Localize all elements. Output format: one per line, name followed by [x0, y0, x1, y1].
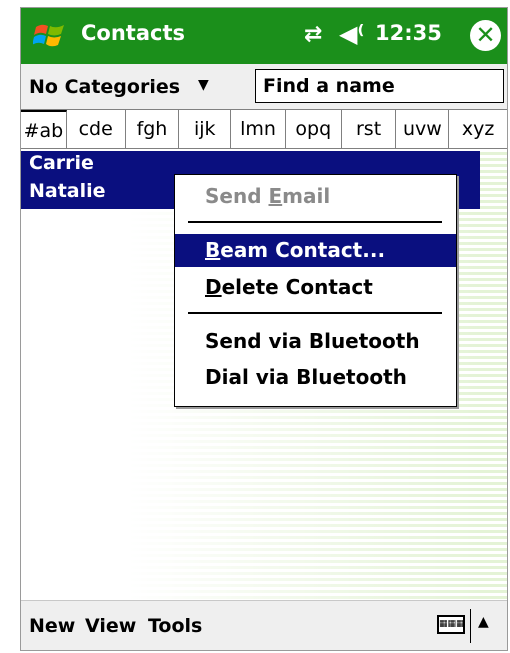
app-title: Contacts [81, 21, 185, 45]
start-button-windows-logo-icon[interactable] [33, 18, 67, 52]
letter-tabs: #ab cde fgh ijk lmn opq rst uvw xyz [21, 109, 507, 149]
menu-item-beam-contact[interactable]: Beam Contact... [175, 234, 456, 267]
category-dropdown[interactable]: No Categories [29, 76, 180, 98]
chevron-up-icon[interactable]: ▲ [478, 614, 489, 630]
list-item[interactable]: Natalie [29, 180, 106, 202]
connectivity-icon[interactable]: ⇄ [304, 22, 323, 47]
list-item[interactable]: Carrie [29, 152, 94, 174]
tab-opq[interactable]: opq [286, 110, 342, 148]
tab-ab[interactable]: #ab [21, 110, 67, 148]
clock[interactable]: 12:35 [375, 21, 442, 45]
sip-divider [470, 609, 471, 643]
menu-item-send-bluetooth[interactable]: Send via Bluetooth [175, 325, 456, 358]
title-bar: Contacts ⇄ ◀⁽ 12:35 ✕ [21, 8, 507, 64]
tab-xyz[interactable]: xyz [449, 110, 507, 148]
menu-bar: New View Tools ▦▦▦ ▲ [21, 600, 507, 650]
keyboard-icon[interactable]: ▦▦▦ [437, 615, 465, 634]
tab-fgh[interactable]: fgh [126, 110, 180, 148]
tab-cde[interactable]: cde [67, 110, 126, 148]
context-menu: Send Email Beam Contact... Delete Contac… [174, 174, 457, 407]
tab-ijk[interactable]: ijk [179, 110, 232, 148]
pocket-pc-screen: Contacts ⇄ ◀⁽ 12:35 ✕ No Categories ▼ Fi… [20, 7, 508, 651]
find-name-input[interactable]: Find a name [255, 69, 504, 103]
menu-item-send-email: Send Email [205, 184, 331, 208]
chevron-down-icon[interactable]: ▼ [198, 77, 209, 93]
menu-item-delete-contact[interactable]: Delete Contact [175, 271, 456, 304]
close-icon[interactable]: ✕ [470, 20, 501, 51]
menu-item-dial-bluetooth[interactable]: Dial via Bluetooth [175, 361, 456, 394]
volume-icon[interactable]: ◀⁽ [339, 20, 364, 48]
category-bar: No Categories ▼ Find a name [21, 64, 507, 109]
tab-uvw[interactable]: uvw [396, 110, 450, 148]
menu-divider [188, 312, 442, 314]
menu-new[interactable]: New [29, 615, 75, 637]
menu-view[interactable]: View [85, 615, 136, 637]
menu-tools[interactable]: Tools [148, 615, 202, 637]
menu-divider [188, 221, 442, 223]
tab-rst[interactable]: rst [342, 110, 397, 148]
tab-lmn[interactable]: lmn [231, 110, 286, 148]
